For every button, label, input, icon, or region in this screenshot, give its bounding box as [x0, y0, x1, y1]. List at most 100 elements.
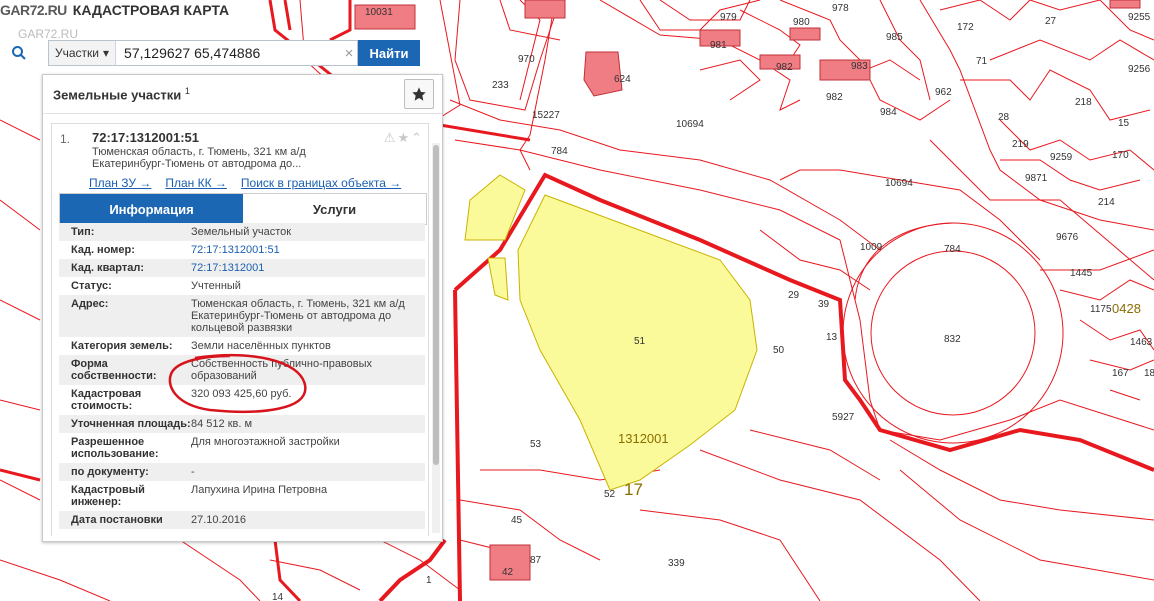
- map-label-172: 172: [957, 22, 974, 33]
- map-label-980: 980: [793, 17, 810, 28]
- map-label-53: 53: [530, 439, 542, 450]
- tab-info[interactable]: Информация: [60, 194, 243, 224]
- map-label-233: 233: [492, 80, 509, 91]
- attr-key: Кад. квартал:: [71, 262, 145, 274]
- result-address: Тюменская область, г. Тюмень, 321 км а/д…: [92, 146, 306, 170]
- map-label-1009: 1009: [860, 242, 883, 253]
- map-label-45: 45: [511, 515, 523, 526]
- map-label-10694: 10694: [676, 119, 704, 130]
- attr-row: Уточненная площадь: 84 512 кв. м: [59, 415, 425, 433]
- panel-title-count: 1: [184, 85, 190, 96]
- attr-key: Кадастровый инженер:: [71, 484, 145, 508]
- attr-row: по документу: -: [59, 463, 425, 481]
- map-label-15: 15: [1118, 118, 1130, 129]
- map-label-970: 970: [518, 54, 535, 65]
- map-label-5927: 5927: [832, 412, 855, 423]
- attr-key: Форма собственности:: [71, 358, 157, 382]
- map-label-9871: 9871: [1025, 173, 1048, 184]
- map-label-1463: 1463: [1130, 337, 1153, 348]
- link-search-in-bounds[interactable]: Поиск в границах объекта →: [241, 176, 401, 190]
- app-header: GAR72.RU КАДАСТРОВАЯ КАРТА: [0, 0, 229, 20]
- attr-value: 84 512 кв. м: [191, 418, 253, 430]
- attr-value: Лапухина Ирина Петровна: [191, 484, 328, 496]
- panel-header: Земельные участки 1: [43, 75, 442, 114]
- link-plan-kk[interactable]: План КК →: [165, 176, 227, 190]
- attr-value-link[interactable]: 72:17:1312001:51: [191, 244, 425, 256]
- star-icon[interactable]: ★: [397, 130, 409, 146]
- attr-key: Категория земель:: [71, 340, 173, 352]
- search-icon[interactable]: [8, 42, 30, 64]
- site-logo[interactable]: GAR72.RU: [0, 2, 67, 18]
- search-input[interactable]: [116, 42, 341, 64]
- map-label-71: 71: [976, 56, 988, 67]
- map-label-784: 784: [551, 146, 568, 157]
- panel-scrollbar[interactable]: [432, 143, 440, 533]
- panel-title: Земельные участки 1: [53, 86, 190, 102]
- map-label-42: 42: [502, 567, 514, 578]
- scroll-thumb[interactable]: [433, 145, 439, 465]
- attr-row: Статус: Учтенный: [59, 277, 425, 295]
- map-label-50: 50: [773, 345, 785, 356]
- result-tabs: Информация Услуги: [59, 193, 427, 225]
- map-label-170: 170: [1112, 150, 1129, 161]
- attr-row: Кад. квартал: 72:17:1312001: [59, 259, 425, 277]
- map-label-1175: 1175: [1090, 304, 1112, 315]
- attr-value: Учтенный: [191, 280, 241, 292]
- clear-search-icon[interactable]: ×: [341, 45, 357, 62]
- map-label-978: 978: [832, 3, 849, 14]
- map-label-979: 979: [720, 12, 737, 23]
- search-type-label: Участки: [55, 46, 99, 60]
- attr-row: Дата постановки 27.10.2016: [59, 511, 425, 529]
- attr-row: Кад. номер: 72:17:1312001:51: [59, 241, 425, 259]
- map-label-983: 983: [851, 61, 868, 72]
- tab-services[interactable]: Услуги: [243, 194, 426, 224]
- warning-icon[interactable]: ⚠: [384, 130, 396, 146]
- star-icon: [412, 87, 426, 101]
- results-panel: Земельные участки 1 1. 72:17:1312001:51 …: [42, 74, 443, 542]
- map-label-981: 981: [710, 40, 727, 51]
- attr-value: -: [191, 466, 195, 478]
- attr-key: по документу:: [71, 466, 149, 478]
- result-number: 1.: [60, 132, 71, 146]
- map-label-13: 13: [826, 332, 838, 343]
- attr-value: Земельный участок: [191, 226, 292, 238]
- link-plan-zu[interactable]: План ЗУ →: [89, 176, 151, 190]
- attr-key: Разрешенное использование:: [71, 436, 159, 460]
- attr-key: Статус:: [71, 280, 112, 292]
- attr-row: Разрешенное использование: Для многоэтажн…: [59, 433, 425, 463]
- map-label-984: 984: [880, 107, 897, 118]
- attr-value: Для многоэтажной застройки: [191, 436, 340, 448]
- map-label-27: 27: [1045, 16, 1057, 27]
- map-label-9676: 9676: [1056, 232, 1079, 243]
- map-label-1: 1: [426, 575, 432, 586]
- attr-row: Адрес: Тюменская область, г. Тюмень, 321 …: [59, 295, 425, 337]
- map-label-962: 962: [935, 87, 952, 98]
- map-label-339: 339: [668, 558, 685, 569]
- attr-row: Тип: Земельный участок: [59, 223, 425, 241]
- map-label-9255: 9255: [1128, 12, 1151, 23]
- map-label-29: 29: [788, 290, 800, 301]
- result-cadastral-id[interactable]: 72:17:1312001:51: [92, 130, 199, 145]
- map-label-9256: 9256: [1128, 64, 1151, 75]
- attr-value: Собственность публично-правовых образова…: [191, 358, 373, 382]
- attr-value-link[interactable]: 72:17:1312001: [191, 262, 425, 274]
- attr-value: 320 093 425,60 руб.: [191, 388, 292, 400]
- search-box: Участки ▾ ×: [48, 40, 358, 66]
- attr-row: Форма собственности: Собственность публич…: [59, 355, 425, 385]
- search-type-dropdown[interactable]: Участки ▾: [49, 41, 117, 65]
- map-label-982: 982: [776, 62, 793, 73]
- map-label-167: 167: [1112, 368, 1129, 379]
- map-label-28: 28: [998, 112, 1010, 123]
- search-bar: Участки ▾ × Найти: [8, 40, 436, 66]
- map-label-18: 18: [1144, 368, 1154, 379]
- map-label-982b: 982: [826, 92, 843, 103]
- chevron-up-icon[interactable]: ⌃: [411, 130, 422, 146]
- map-label-985: 985: [886, 32, 903, 43]
- map-label-10694b: 10694: [885, 178, 913, 189]
- map-label-1445: 1445: [1070, 268, 1093, 279]
- find-button[interactable]: Найти: [358, 40, 420, 66]
- map-label-219: 219: [1012, 139, 1029, 150]
- favorite-button[interactable]: [404, 79, 434, 109]
- map-label-52: 52: [604, 489, 616, 500]
- map-label-87: 87: [530, 555, 542, 566]
